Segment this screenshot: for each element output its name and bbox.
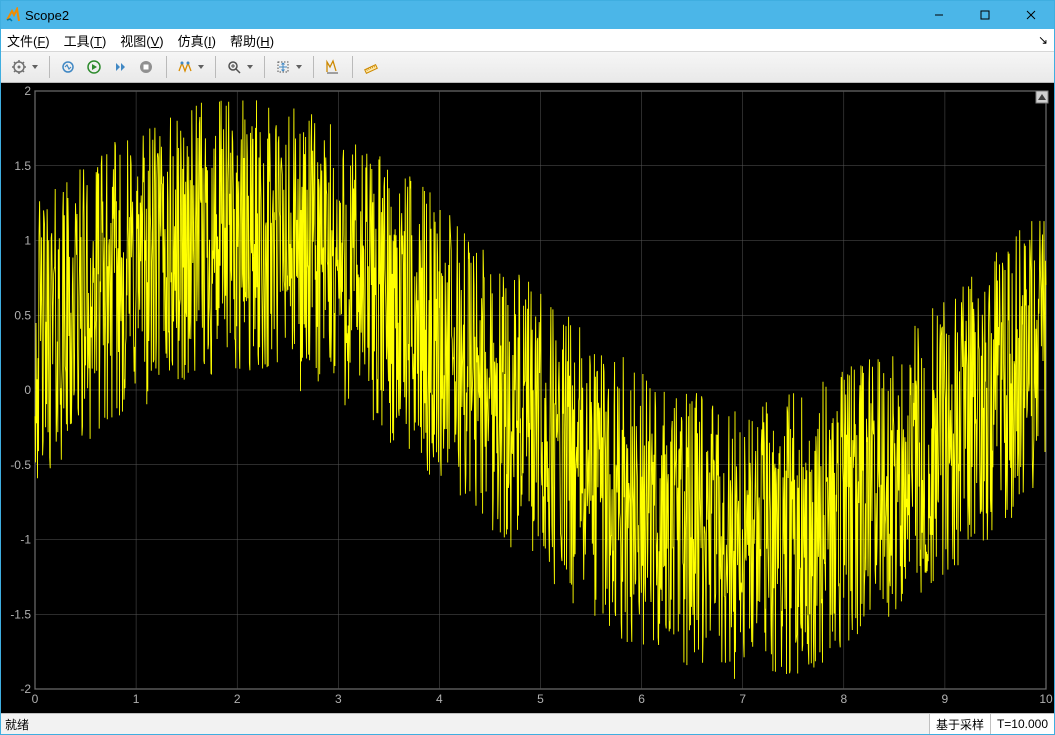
separator [166,56,167,78]
main-window: Scope2 文件(F) 工具(T) 视图(V) 仿真(I) 帮助(H) [0,0,1055,735]
close-button[interactable] [1008,1,1054,29]
maximize-button[interactable] [962,1,1008,29]
config-dropdown-icon[interactable] [31,65,39,69]
status-ready: 就绪 [1,716,29,733]
zoom-button[interactable] [222,55,246,79]
svg-text:2: 2 [234,692,241,706]
statusbar: 就绪 基于采样 T=10.000 [1,713,1054,734]
svg-text:1: 1 [24,234,31,248]
svg-text:2: 2 [24,84,31,98]
autoscale-button[interactable] [271,55,295,79]
svg-text:0: 0 [32,692,39,706]
menubar: 文件(F) 工具(T) 视图(V) 仿真(I) 帮助(H) ↘ [1,29,1054,52]
svg-text:6: 6 [638,692,645,706]
separator [215,56,216,78]
measurements-ruler-button[interactable] [359,55,383,79]
run-button[interactable] [82,55,106,79]
autoscale-dropdown-icon[interactable] [295,65,303,69]
svg-text:-1: -1 [20,533,31,547]
window-title: Scope2 [25,8,69,23]
signal-triggers-button[interactable] [173,55,197,79]
separator [313,56,314,78]
menu-overflow-icon[interactable]: ↘ [1038,33,1048,47]
toolbar [1,52,1054,83]
menu-file[interactable]: 文件(F) [7,31,50,50]
zoom-dropdown-icon[interactable] [246,65,254,69]
status-sampling: 基于采样 [929,714,990,734]
menu-help[interactable]: 帮助(H) [230,31,274,50]
svg-text:-2: -2 [20,682,31,696]
svg-text:8: 8 [840,692,847,706]
plot-canvas: 0 1 2 3 4 5 6 7 8 9 10 -2 -1.5 -1 -0.5 0 0.5 1 1.5 2 [1,83,1054,713]
window-controls [916,1,1054,29]
triggers-dropdown-icon[interactable] [197,65,205,69]
svg-text:7: 7 [739,692,746,706]
svg-text:0.5: 0.5 [14,308,31,322]
cursor-measurements-button[interactable] [320,55,344,79]
stop-button[interactable] [134,55,158,79]
menu-view[interactable]: 视图(V) [120,31,163,50]
menu-sim[interactable]: 仿真(I) [178,31,216,50]
svg-text:1.5: 1.5 [14,159,31,173]
scope-plot[interactable]: 0 1 2 3 4 5 6 7 8 9 10 -2 -1.5 -1 -0.5 0 0.5 1 1.5 2 [1,83,1054,713]
svg-text:-0.5: -0.5 [10,458,31,472]
titlebar[interactable]: Scope2 [1,1,1054,29]
svg-text:3: 3 [335,692,342,706]
menu-tools[interactable]: 工具(T) [64,31,107,50]
matlab-icon [5,7,21,23]
status-time: T=10.000 [990,714,1054,734]
find-signal-button[interactable] [56,55,80,79]
minimize-button[interactable] [916,1,962,29]
svg-text:10: 10 [1039,692,1053,706]
svg-text:1: 1 [133,692,140,706]
separator [264,56,265,78]
svg-text:5: 5 [537,692,544,706]
svg-text:4: 4 [436,692,443,706]
svg-text:0: 0 [24,383,31,397]
separator [352,56,353,78]
step-forward-button[interactable] [108,55,132,79]
svg-text:9: 9 [942,692,949,706]
config-button[interactable] [7,55,31,79]
separator [49,56,50,78]
svg-text:-1.5: -1.5 [10,607,31,621]
